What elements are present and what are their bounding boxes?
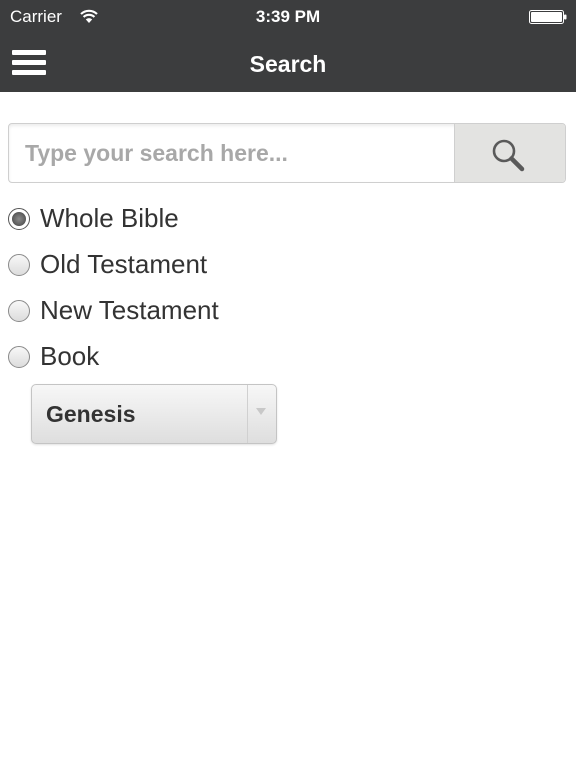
search-input[interactable] <box>9 124 455 182</box>
search-icon <box>492 139 525 172</box>
radio-button[interactable] <box>8 346 30 368</box>
book-select[interactable]: Genesis <box>31 384 277 444</box>
search-bar <box>8 123 566 183</box>
battery-icon <box>529 10 567 24</box>
nav-bar: Search <box>0 34 576 92</box>
radio-button-checked[interactable] <box>8 208 30 230</box>
book-select-value: Genesis <box>46 401 136 427</box>
radio-button[interactable] <box>8 300 30 322</box>
chevron-down-icon <box>256 408 266 415</box>
radio-button[interactable] <box>8 254 30 276</box>
radio-label: Whole Bible <box>40 203 179 233</box>
select-divider <box>247 385 248 443</box>
search-button[interactable] <box>454 124 565 182</box>
page-title: Search <box>249 51 327 77</box>
clock: 3:39 PM <box>255 7 321 26</box>
radio-label: Book <box>40 341 100 371</box>
status-bar: Carrier 3:39 PM <box>0 0 576 34</box>
radio-label: New Testament <box>40 295 219 325</box>
radio-label: Old Testament <box>40 249 208 279</box>
